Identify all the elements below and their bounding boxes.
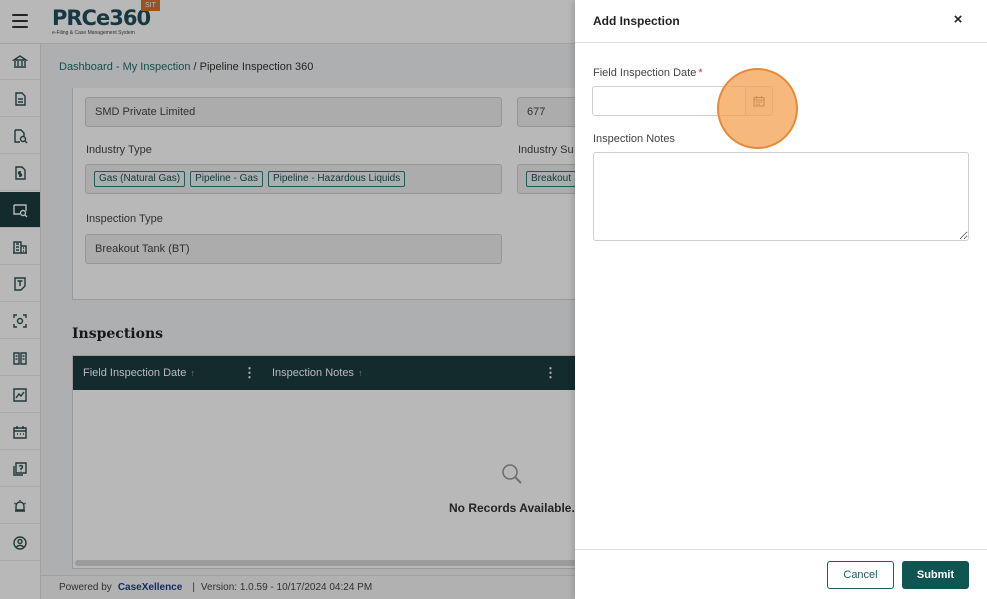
- drawer-title: Add Inspection: [593, 14, 680, 28]
- drawer-footer: Cancel Submit: [575, 549, 987, 599]
- required-marker: *: [698, 67, 703, 79]
- cancel-button[interactable]: Cancel: [827, 561, 894, 589]
- drawer-header: Add Inspection ×: [575, 0, 987, 43]
- inspection-notes-textarea[interactable]: [593, 152, 969, 241]
- modal-overlay[interactable]: [0, 0, 575, 599]
- click-indicator: [717, 68, 798, 149]
- inspection-notes-label: Inspection Notes: [593, 133, 675, 145]
- date-label-text: Field Inspection Date: [593, 67, 697, 79]
- close-icon[interactable]: ×: [950, 12, 966, 28]
- submit-button[interactable]: Submit: [902, 561, 969, 589]
- field-inspection-date-label: Field Inspection Date *: [593, 67, 703, 79]
